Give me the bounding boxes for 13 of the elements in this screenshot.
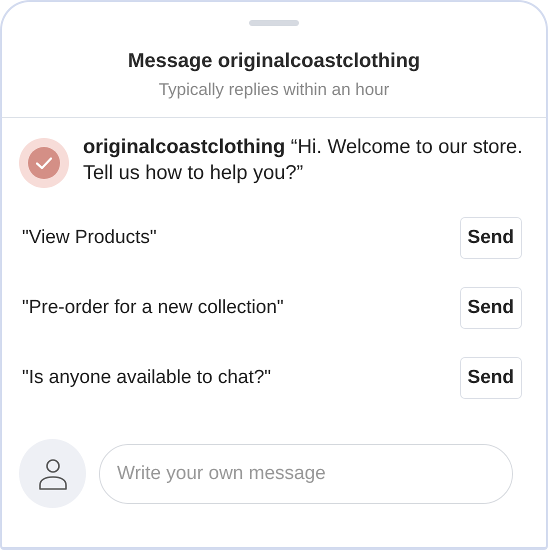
send-button[interactable]: Send <box>460 357 522 399</box>
send-button[interactable]: Send <box>460 287 522 329</box>
quick-reply-text: "View Products" <box>22 227 157 249</box>
check-avatar-icon <box>18 137 70 189</box>
message-input[interactable]: Write your own message <box>99 444 513 504</box>
panel-title: Message originalcoastclothing <box>126 50 422 73</box>
send-button[interactable]: Send <box>460 217 522 259</box>
quick-reply-text: "Is anyone available to chat?" <box>22 367 272 389</box>
greeting-message: originalcoastclothing “Hi. Welcome to our store. Tell us how to help you?” <box>83 135 524 186</box>
quick-reply-text: "Pre-order for a new collection" <box>22 297 284 319</box>
reply-time-note: Typically replies within an hour <box>158 80 390 100</box>
drag-handle[interactable] <box>249 20 299 26</box>
user-icon <box>38 456 68 490</box>
